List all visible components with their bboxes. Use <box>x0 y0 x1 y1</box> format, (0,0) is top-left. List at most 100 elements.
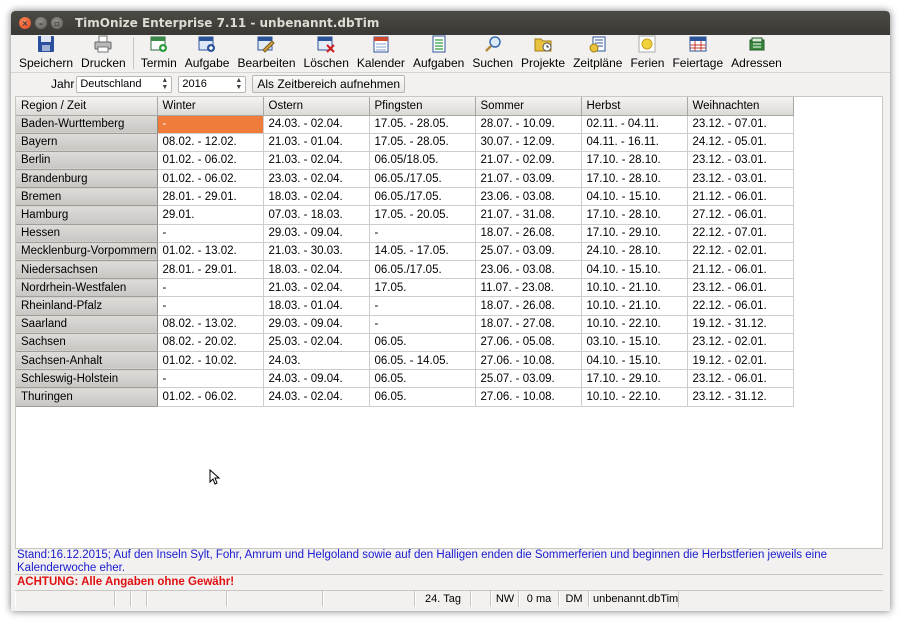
toolbar-delete-button[interactable]: Löschen <box>300 34 353 72</box>
table-cell[interactable]: 02.11. - 04.11. <box>581 115 688 134</box>
table-cell[interactable]: 22.12. - 02.01. <box>687 242 794 262</box>
table-cell[interactable]: 01.02. - 06.02. <box>157 387 264 407</box>
table-cell[interactable]: 04.10. - 15.10. <box>581 187 688 207</box>
column-header[interactable]: Winter <box>157 97 264 116</box>
toolbar-printer-button[interactable]: Drucken <box>77 34 130 72</box>
row-header-region[interactable]: Thuringen <box>16 387 158 407</box>
table-cell[interactable]: 22.12. - 07.01. <box>687 224 794 243</box>
table-cell[interactable]: 18.07. - 27.08. <box>475 315 582 334</box>
table-cell[interactable]: 11.07. - 23.08. <box>475 278 582 298</box>
table-cell[interactable]: 04.10. - 15.10. <box>581 260 688 280</box>
year-select[interactable]: 2016 ▲ ▼ <box>178 75 247 93</box>
table-cell[interactable]: 24.12. - 05.01. <box>687 133 794 152</box>
table-cell[interactable]: - <box>369 315 476 334</box>
table-cell[interactable]: 06.05./17.05. <box>369 187 476 207</box>
table-cell[interactable]: 08.02. - 20.02. <box>157 333 264 352</box>
table-cell[interactable]: 17.10. - 28.10. <box>581 151 688 171</box>
table-cell[interactable]: 01.02. - 06.02. <box>157 151 264 171</box>
table-cell[interactable]: 18.03. - 01.04. <box>263 296 370 316</box>
toolbar-save-button[interactable]: Speichern <box>15 34 77 72</box>
column-header[interactable]: Weihnachten <box>687 97 794 116</box>
table-cell[interactable]: 27.06. - 10.08. <box>475 351 582 371</box>
row-header-region[interactable]: Bayern <box>16 133 158 152</box>
table-cell[interactable]: 18.07. - 26.08. <box>475 224 582 243</box>
table-cell[interactable]: - <box>369 224 476 243</box>
row-header-region[interactable]: Hamburg <box>16 205 158 225</box>
table-cell[interactable]: 18.07. - 26.08. <box>475 296 582 316</box>
table-cell[interactable]: - <box>369 296 476 316</box>
table-cell[interactable]: 21.07. - 03.09. <box>475 169 582 189</box>
table-cell[interactable]: 23.12. - 03.01. <box>687 151 794 171</box>
table-cell[interactable]: 06.05./17.05. <box>369 169 476 189</box>
toolbar-appointment-button[interactable]: Termin <box>137 34 181 72</box>
table-cell[interactable]: 21.03. - 02.04. <box>263 278 370 298</box>
table-cell[interactable]: 06.05. <box>369 387 476 407</box>
row-header-region[interactable]: Nordrhein-Westfalen <box>16 278 158 298</box>
row-header-region[interactable]: Sachsen-Anhalt <box>16 351 158 371</box>
row-header-region[interactable]: Mecklenburg-Vorpommern <box>16 242 158 262</box>
table-cell[interactable]: 17.05. - 20.05. <box>369 205 476 225</box>
table-cell[interactable]: 23.12. - 06.01. <box>687 278 794 298</box>
table-cell[interactable]: - <box>157 224 264 243</box>
table-cell[interactable]: 24.03. - 02.04. <box>263 387 370 407</box>
table-cell[interactable]: 10.10. - 22.10. <box>581 315 688 334</box>
table-cell[interactable]: 06.05./17.05. <box>369 260 476 280</box>
table-cell[interactable]: - <box>157 369 264 389</box>
toolbar-tasks-button[interactable]: Aufgaben <box>409 34 468 72</box>
table-cell[interactable]: 29.03. - 09.04. <box>263 224 370 243</box>
table-cell[interactable]: 01.02. - 06.02. <box>157 169 264 189</box>
table-cell[interactable]: 23.12. - 07.01. <box>687 115 794 134</box>
table-cell[interactable]: 25.07. - 03.09. <box>475 242 582 262</box>
table-cell[interactable]: 21.07. - 02.09. <box>475 151 582 171</box>
table-cell[interactable]: 01.02. - 13.02. <box>157 242 264 262</box>
table-cell[interactable]: 04.11. - 16.11. <box>581 133 688 152</box>
table-cell[interactable]: 21.12. - 06.01. <box>687 260 794 280</box>
table-cell[interactable]: 07.03. - 18.03. <box>263 205 370 225</box>
table-cell[interactable]: 08.02. - 13.02. <box>157 315 264 334</box>
table-cell[interactable]: 21.12. - 06.01. <box>687 187 794 207</box>
table-cell[interactable]: 10.10. - 21.10. <box>581 278 688 298</box>
table-cell[interactable]: 23.12. - 03.01. <box>687 169 794 189</box>
toolbar-task-button[interactable]: Aufgabe <box>181 34 234 72</box>
table-cell[interactable]: 17.05. - 28.05. <box>369 115 476 134</box>
table-cell[interactable]: 27.06. - 05.08. <box>475 333 582 352</box>
column-header[interactable]: Region / Zeit <box>16 97 158 116</box>
table-cell[interactable]: 03.10. - 15.10. <box>581 333 688 352</box>
table-cell[interactable]: 24.03. - 02.04. <box>263 115 370 134</box>
row-header-region[interactable]: Bremen <box>16 187 158 207</box>
table-cell[interactable]: 18.03. - 02.04. <box>263 260 370 280</box>
toolbar-holidays-button[interactable]: Ferien <box>626 34 668 72</box>
table-cell[interactable]: 10.10. - 21.10. <box>581 296 688 316</box>
table-cell[interactable]: 24.03. - 09.04. <box>263 369 370 389</box>
row-header-region[interactable]: Rheinland-Pfalz <box>16 296 158 316</box>
country-select[interactable]: Deutschland ▲ ▼ <box>76 75 173 93</box>
table-cell[interactable]: 28.07. - 10.09. <box>475 115 582 134</box>
table-cell[interactable]: 27.12. - 06.01. <box>687 205 794 225</box>
table-cell[interactable]: 23.12. - 31.12. <box>687 387 794 407</box>
table-cell[interactable]: 23.06. - 03.08. <box>475 260 582 280</box>
table-cell[interactable]: 06.05/18.05. <box>369 151 476 171</box>
table-cell[interactable]: 28.01. - 29.01. <box>157 260 264 280</box>
maximize-window-button[interactable]: ▫ <box>51 17 63 29</box>
toolbar-calendar-button[interactable]: Kalender <box>353 34 409 72</box>
toolbar-search-button[interactable]: Suchen <box>468 34 517 72</box>
table-cell[interactable]: 29.03. - 09.04. <box>263 315 370 334</box>
table-cell[interactable]: 29.01. <box>157 205 264 225</box>
table-cell[interactable]: 25.07. - 03.09. <box>475 369 582 389</box>
table-cell[interactable]: 06.05. - 14.05. <box>369 351 476 371</box>
row-header-region[interactable]: Hessen <box>16 224 158 243</box>
row-header-region[interactable]: Saarland <box>16 315 158 334</box>
table-cell[interactable]: - <box>157 278 264 298</box>
table-cell[interactable]: 08.02. - 12.02. <box>157 133 264 152</box>
table-cell[interactable]: 17.05. - 28.05. <box>369 133 476 152</box>
table-cell[interactable]: 24.10. - 28.10. <box>581 242 688 262</box>
close-window-button[interactable]: × <box>19 17 31 29</box>
row-header-region[interactable]: Brandenburg <box>16 169 158 189</box>
table-cell[interactable]: 04.10. - 15.10. <box>581 351 688 371</box>
table-cell[interactable]: 17.10. - 28.10. <box>581 205 688 225</box>
table-cell[interactable]: 10.10. - 22.10. <box>581 387 688 407</box>
toolbar-addresses-button[interactable]: Adressen <box>727 34 786 72</box>
table-cell[interactable]: 25.03. - 02.04. <box>263 333 370 352</box>
table-cell[interactable]: 30.07. - 12.09. <box>475 133 582 152</box>
column-header[interactable]: Pfingsten <box>369 97 476 116</box>
